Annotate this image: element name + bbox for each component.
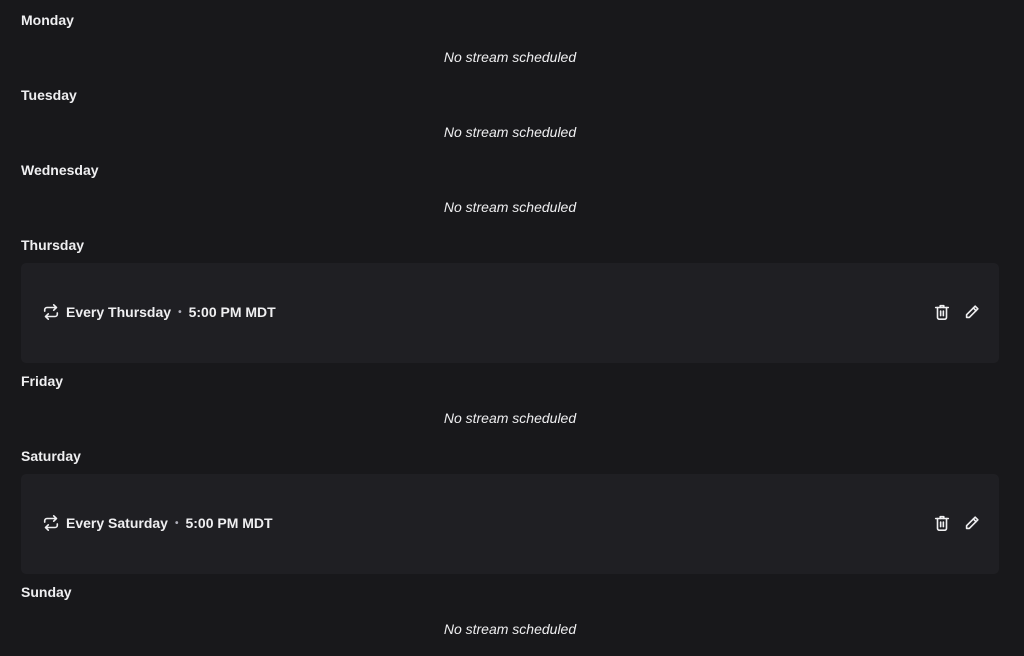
schedule-segment-saturday: Every Saturday • 5:00 PM MDT xyxy=(21,474,999,574)
no-stream-note-monday: No stream scheduled xyxy=(443,49,577,65)
separator-dot: • xyxy=(178,306,182,318)
day-label-thursday: Thursday xyxy=(21,237,85,253)
segment-time: 5:00 PM MDT xyxy=(188,304,276,320)
no-stream-note-tuesday: No stream scheduled xyxy=(443,124,577,140)
delete-segment-button[interactable] xyxy=(930,300,954,324)
delete-segment-button[interactable] xyxy=(930,511,954,535)
no-stream-note-friday: No stream scheduled xyxy=(443,410,577,426)
trash-icon xyxy=(934,515,950,532)
segment-info: Every Thursday • 5:00 PM MDT xyxy=(42,303,276,321)
day-label-monday: Monday xyxy=(21,12,74,28)
trash-icon xyxy=(934,304,950,321)
day-label-friday: Friday xyxy=(21,373,64,389)
edit-segment-button[interactable] xyxy=(960,300,984,324)
day-label-wednesday: Wednesday xyxy=(21,162,99,178)
separator-dot: • xyxy=(174,517,179,529)
day-label-tuesday: Tuesday xyxy=(21,87,77,103)
day-label-saturday: Saturday xyxy=(21,448,81,464)
segment-recurrence: Every Thursday xyxy=(66,304,172,320)
pencil-icon xyxy=(965,305,979,319)
segment-actions xyxy=(924,511,984,535)
segment-time: 5:00 PM MDT xyxy=(185,515,273,531)
segment-info: Every Saturday • 5:00 PM MDT xyxy=(42,514,273,532)
day-label-sunday: Sunday xyxy=(21,584,72,600)
repeat-icon xyxy=(42,514,60,532)
schedule-segment-thursday: Every Thursday • 5:00 PM MDT xyxy=(21,263,999,363)
repeat-icon xyxy=(42,303,60,321)
edit-segment-button[interactable] xyxy=(960,511,984,535)
segment-recurrence: Every Saturday xyxy=(66,515,168,531)
segment-actions xyxy=(924,300,984,324)
no-stream-note-wednesday: No stream scheduled xyxy=(443,199,577,215)
no-stream-note-sunday: No stream scheduled xyxy=(443,621,577,637)
pencil-icon xyxy=(965,516,979,530)
